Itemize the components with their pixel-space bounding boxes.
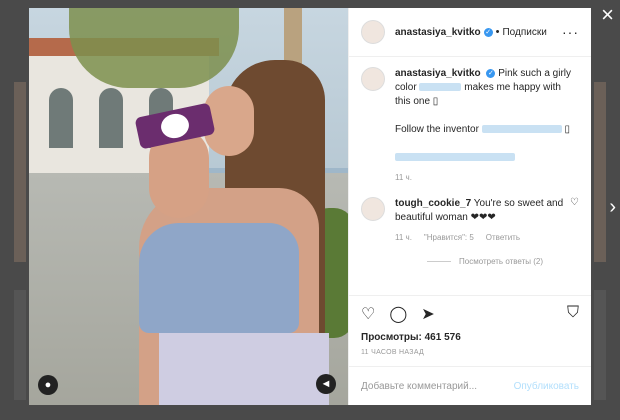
action-bar: ♡ ◯ ➤ ⛉ Просмотры: 461 576 11 ЧАСОВ НАЗА…: [349, 295, 591, 356]
comment: tough_cookie_7 You're so sweet and beaut…: [361, 197, 579, 245]
share-icon[interactable]: ➤: [421, 304, 434, 324]
caption-text: Follow the inventor: [395, 124, 479, 135]
background-tile: [14, 82, 26, 262]
reply-button[interactable]: Ответить: [486, 231, 520, 245]
bookmark-icon[interactable]: ⛉: [567, 304, 579, 324]
close-icon[interactable]: ×: [601, 4, 614, 26]
background-tile: [594, 82, 606, 262]
blurred-hashtags[interactable]: [395, 153, 515, 162]
comment-username[interactable]: tough_cookie_7: [395, 198, 471, 209]
post-video[interactable]: ● ◄: [29, 8, 348, 405]
user-tag-icon[interactable]: ●: [38, 375, 58, 395]
crop-top: [139, 223, 299, 333]
heart-icon[interactable]: ♡: [570, 197, 579, 245]
comments-list: anastasiya_kvitko ✓ Pink such a girly co…: [349, 57, 591, 295]
comment-time: 11 ч.: [395, 233, 412, 242]
comment-icon[interactable]: ◯: [389, 304, 407, 324]
avatar[interactable]: [361, 20, 385, 44]
comment-input[interactable]: Добавьте комментарий...: [361, 381, 514, 392]
caption-username[interactable]: anastasiya_kvitko: [395, 68, 481, 79]
views-count[interactable]: Просмотры: 461 576: [361, 332, 579, 343]
heart-icon[interactable]: ♡: [361, 304, 375, 324]
arch: [99, 88, 123, 148]
avatar[interactable]: [361, 67, 385, 91]
background-tile: [594, 290, 606, 400]
more-icon[interactable]: ···: [562, 24, 579, 40]
view-replies-label[interactable]: Посмотреть ответы (2): [459, 257, 543, 266]
avatar[interactable]: [361, 197, 385, 221]
verified-icon: ✓: [483, 27, 493, 37]
tree-leaves: [69, 8, 239, 88]
following-button[interactable]: Подписки: [502, 27, 546, 38]
verified-icon: ✓: [486, 68, 496, 78]
caption-time: 11 ч.: [395, 173, 412, 182]
arch: [49, 88, 73, 148]
floral-skirt: [159, 333, 329, 405]
comment-likes[interactable]: "Нравится": 5: [424, 231, 474, 245]
mute-icon[interactable]: ◄: [316, 374, 336, 394]
username[interactable]: anastasiya_kvitko: [395, 27, 481, 38]
can-logo: [158, 111, 192, 141]
add-comment-bar: Добавьте комментарий... Опубликовать: [349, 366, 591, 405]
post-modal: ● ◄ anastasiya_kvitko ✓ • Подписки ··· a…: [29, 8, 591, 405]
publish-button[interactable]: Опубликовать: [514, 381, 579, 392]
posted-time: 11 ЧАСОВ НАЗАД: [361, 349, 425, 356]
post-header: anastasiya_kvitko ✓ • Подписки ···: [349, 8, 591, 57]
view-replies[interactable]: Посмотреть ответы (2): [427, 257, 579, 266]
blurred-mention: [419, 83, 462, 92]
background-tile: [14, 290, 26, 400]
post-side-panel: anastasiya_kvitko ✓ • Подписки ··· anast…: [348, 8, 591, 405]
chevron-right-icon[interactable]: ›: [609, 196, 616, 219]
separator-dot: •: [495, 26, 500, 38]
caption: anastasiya_kvitko ✓ Pink such a girly co…: [361, 67, 579, 185]
blurred-mention[interactable]: [481, 125, 562, 134]
replies-line: [427, 261, 451, 262]
